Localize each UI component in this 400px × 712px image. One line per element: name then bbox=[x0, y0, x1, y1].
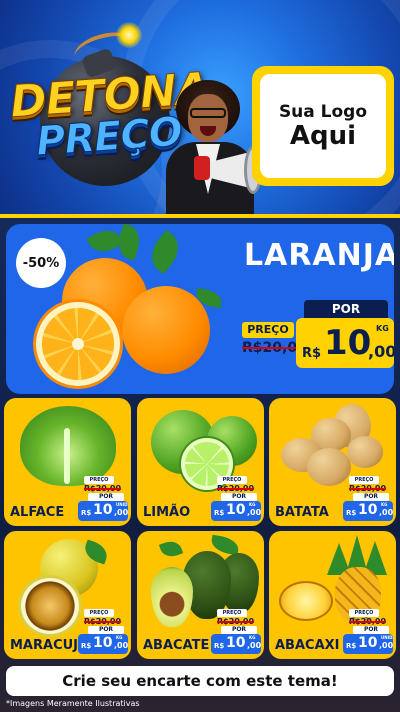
leaf-icon bbox=[158, 538, 184, 560]
por-label: POR bbox=[221, 626, 257, 634]
disclaimer-text: *Imagens Meramente Ilustrativas bbox=[6, 699, 140, 708]
por-label: POR bbox=[304, 300, 388, 318]
price-integer: 10 bbox=[358, 635, 378, 651]
old-price-label: PREÇO bbox=[217, 609, 247, 617]
price-cents: ,00 bbox=[247, 508, 262, 517]
price-tag: PREÇO R$20,00 POR R$ 10 ,00 UNID. bbox=[78, 476, 130, 522]
old-price-label: PREÇO bbox=[217, 476, 247, 484]
price-integer: 10 bbox=[93, 635, 113, 651]
passion-fruit-half-image bbox=[18, 575, 82, 637]
leaf-icon bbox=[113, 224, 145, 261]
featured-product-name: LARANJA bbox=[244, 238, 394, 273]
old-price-label: PREÇO bbox=[349, 476, 379, 484]
orange-image bbox=[122, 286, 210, 374]
price-unit: KG bbox=[376, 324, 389, 333]
leaf-icon bbox=[143, 229, 187, 275]
price-unit: KG bbox=[116, 635, 123, 640]
featured-product-card[interactable]: -50% LARANJA POR PREÇO R$20,00 R$ 10 ,00… bbox=[6, 224, 394, 394]
price-unit: KG bbox=[381, 502, 388, 507]
product-name: BATATA bbox=[275, 505, 329, 520]
old-price-label: PREÇO bbox=[84, 609, 114, 617]
price-tag: PREÇO R$20,00 POR R$ 10 ,00 KG bbox=[211, 609, 263, 655]
product-name: LIMÃO bbox=[143, 505, 191, 520]
potato-image bbox=[347, 436, 383, 468]
price-unit: KG bbox=[249, 635, 256, 640]
old-price: R$20,00 bbox=[84, 617, 122, 626]
spark-icon bbox=[116, 22, 142, 48]
price-unit: UNID. bbox=[116, 502, 129, 507]
discount-badge: -50% bbox=[16, 238, 66, 288]
currency: R$ bbox=[302, 346, 322, 361]
price-tag: PREÇO R$20,00 POR R$ 10 ,00 KG bbox=[211, 476, 263, 522]
price-tag: PREÇO R$20,00 POR R$ 10 ,00 KG bbox=[343, 476, 395, 522]
product-card-alface[interactable]: ALFACE PREÇO R$20,00 POR R$ 10 ,00 UNID. bbox=[4, 398, 131, 526]
por-label: POR bbox=[88, 626, 124, 634]
price-integer: 10 bbox=[226, 502, 246, 518]
logo-placeholder[interactable]: Sua Logo Aqui bbox=[252, 66, 394, 186]
por-label: POR bbox=[353, 626, 389, 634]
product-card-batata[interactable]: BATATA PREÇO R$20,00 POR R$ 10 ,00 KG bbox=[269, 398, 396, 526]
currency: R$ bbox=[214, 642, 225, 650]
product-card-abacaxi[interactable]: ABACAXI PREÇO R$20,00 POR R$ 10 ,00 UNID… bbox=[269, 531, 396, 659]
product-card-abacate[interactable]: ABACATE PREÇO R$20,00 POR R$ 10 ,00 KG bbox=[137, 531, 264, 659]
orange-half-image bbox=[36, 302, 120, 386]
old-price: R$20,00 bbox=[217, 617, 255, 626]
lettuce-image bbox=[20, 406, 116, 486]
old-price-label: PREÇO bbox=[84, 476, 114, 484]
price-integer: 10 bbox=[93, 502, 113, 518]
currency: R$ bbox=[214, 509, 225, 517]
avocado-half-image bbox=[151, 567, 193, 627]
logo-text-line1: Sua Logo bbox=[278, 101, 368, 122]
por-label: POR bbox=[221, 493, 257, 501]
product-name: ABACATE bbox=[143, 638, 210, 653]
price-integer: 10 bbox=[358, 502, 378, 518]
header-banner: DETONA PREÇO Sua Logo Aqui bbox=[0, 0, 400, 214]
glasses-icon bbox=[190, 108, 226, 118]
price-tag: PREÇO R$20,00 POR R$ 10 ,00 UNID. bbox=[343, 609, 395, 655]
price-cents: ,00 bbox=[114, 508, 129, 517]
old-price-label: PREÇO bbox=[242, 322, 294, 338]
product-name: ALFACE bbox=[10, 505, 65, 520]
old-price: R$20,00 bbox=[84, 484, 122, 493]
currency: R$ bbox=[81, 642, 92, 650]
product-card-limao[interactable]: LIMÃO PREÇO R$20,00 POR R$ 10 ,00 KG bbox=[137, 398, 264, 526]
logo-inner: Sua Logo Aqui bbox=[260, 74, 386, 178]
currency: R$ bbox=[346, 509, 357, 517]
currency: R$ bbox=[81, 509, 92, 517]
price-cents: ,00 bbox=[368, 342, 394, 361]
logo-text-line2: Aqui bbox=[289, 120, 357, 151]
price-cents: ,00 bbox=[247, 641, 262, 650]
old-price: R$20,00 bbox=[349, 484, 387, 493]
price-unit: KG bbox=[249, 502, 256, 507]
price-unit: UNID. bbox=[381, 635, 394, 640]
featured-price-tag: POR PREÇO R$20,00 R$ 10 ,00 KG bbox=[238, 300, 394, 390]
megaphone-handle bbox=[194, 156, 210, 180]
price-integer: 10 bbox=[324, 323, 372, 363]
old-price: R$20,00 bbox=[349, 617, 387, 626]
old-price-label: PREÇO bbox=[349, 609, 379, 617]
pineapple-slice-image bbox=[279, 581, 333, 621]
por-label: POR bbox=[88, 493, 124, 501]
currency: R$ bbox=[346, 642, 357, 650]
price-integer: 10 bbox=[226, 635, 246, 651]
price-cents: ,00 bbox=[379, 641, 394, 650]
product-name: ABACAXI bbox=[275, 638, 340, 653]
person-with-megaphone bbox=[160, 80, 262, 214]
price-cents: ,00 bbox=[379, 508, 394, 517]
price-cents: ,00 bbox=[114, 641, 129, 650]
product-name: MARACUJÁ bbox=[10, 638, 89, 653]
cta-button[interactable]: Crie seu encarte com este tema! bbox=[6, 666, 394, 696]
old-price: R$20,00 bbox=[217, 484, 255, 493]
price-tag: PREÇO R$20,00 POR R$ 10 ,00 KG bbox=[78, 609, 130, 655]
cta-text: Crie seu encarte com este tema! bbox=[62, 672, 338, 690]
por-label: POR bbox=[353, 493, 389, 501]
product-card-maracuja[interactable]: MARACUJÁ PREÇO R$20,00 POR R$ 10 ,00 KG bbox=[4, 531, 131, 659]
